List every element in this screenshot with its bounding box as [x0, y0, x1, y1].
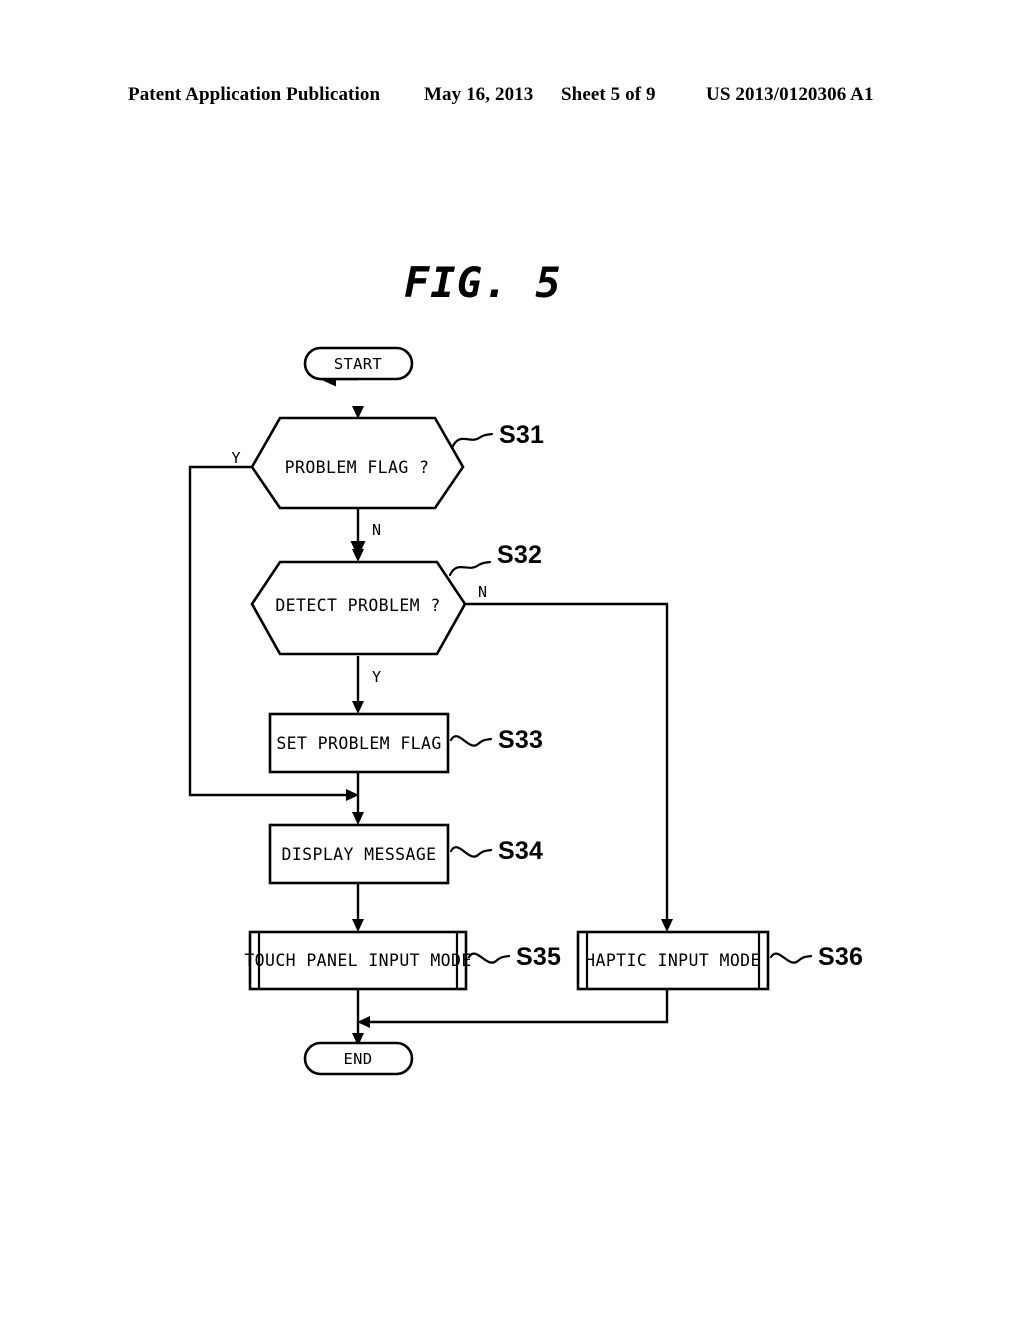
step-label-s32: S32	[497, 541, 542, 569]
node-s35: TOUCH PANEL INPUT MODE	[244, 930, 471, 991]
step-label-s31: S31	[499, 421, 544, 449]
arrowhead-into-s33	[352, 701, 364, 714]
step-label-s33: S33	[498, 726, 543, 754]
node-s32: DETECT PROBLEM ?	[250, 560, 467, 656]
node-s36-label: HAPTIC INPUT MODE	[585, 951, 761, 970]
leader-line-s36	[769, 952, 813, 964]
patent-page: Patent Application Publication May 16, 2…	[0, 0, 1024, 1320]
node-start: START	[303, 346, 414, 381]
node-s32-label: DETECT PROBLEM ?	[275, 596, 440, 615]
branch-label-s32-no: N	[478, 583, 487, 601]
node-s31: PROBLEM FLAG ?	[250, 416, 465, 510]
node-s36: HAPTIC INPUT MODE	[576, 930, 770, 991]
step-label-s36: S36	[818, 943, 863, 971]
connector-s32-no-to-s36	[465, 602, 669, 922]
step-label-s34: S34	[498, 837, 543, 865]
arrowhead-into-s35	[352, 919, 364, 932]
branch-label-s31-no: N	[372, 521, 381, 539]
node-s31-label: PROBLEM FLAG ?	[285, 458, 430, 477]
leader-line-s34	[449, 846, 493, 858]
leader-line-s35	[467, 952, 511, 964]
branch-label-s31-yes: Y	[231, 449, 240, 467]
node-start-label: START	[334, 355, 382, 373]
node-s33: SET PROBLEM FLAG	[268, 712, 450, 774]
flowchart-diagram: START PROBLEM FLAG ? Y N S31 DETECT PROB…	[188, 346, 863, 1076]
step-label-s35: S35	[516, 943, 561, 971]
arrowhead-into-s32	[352, 549, 364, 562]
node-s34-label: DISPLAY MESSAGE	[281, 845, 436, 864]
arrowhead-into-s36	[661, 919, 673, 932]
node-s35-label: TOUCH PANEL INPUT MODE	[244, 951, 471, 970]
node-s34: DISPLAY MESSAGE	[268, 823, 450, 885]
leader-line-s32	[448, 560, 492, 577]
node-s33-label: SET PROBLEM FLAG	[276, 734, 441, 753]
connector-s36-to-end	[366, 989, 669, 1024]
node-end-label: END	[344, 1050, 373, 1068]
branch-label-s32-yes: Y	[372, 668, 381, 686]
leader-line-s31	[450, 432, 494, 450]
arrowhead-into-s34	[352, 812, 364, 825]
node-end: END	[303, 1041, 414, 1076]
leader-line-s33	[449, 735, 493, 747]
